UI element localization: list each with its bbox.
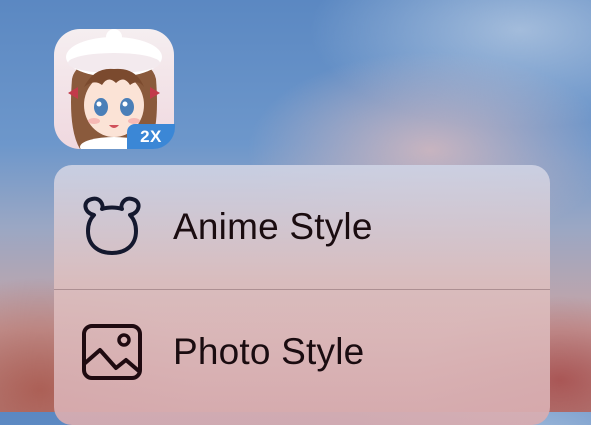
menu-item-label: Photo Style: [173, 331, 365, 372]
bear-icon: [80, 195, 144, 259]
menu-item-anime-style[interactable]: Anime Style: [54, 165, 550, 289]
menu-item-label: Anime Style: [173, 206, 373, 247]
context-menu: Anime Style Photo Style: [54, 165, 550, 425]
zoom-badge: 2X: [127, 124, 175, 149]
menu-item-photo-style[interactable]: Photo Style: [54, 290, 550, 414]
photo-icon: [80, 320, 144, 384]
